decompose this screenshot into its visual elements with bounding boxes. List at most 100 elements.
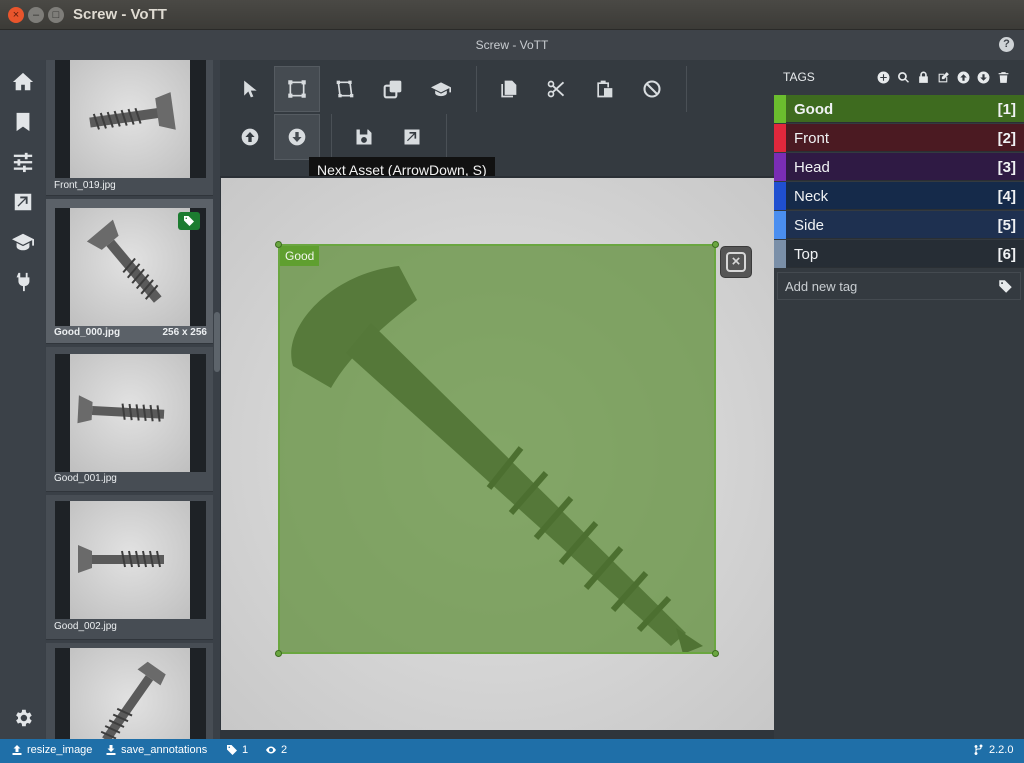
sidebar (0, 60, 45, 739)
tag-hotkey: [4] (997, 188, 1016, 205)
window-close-button[interactable]: × (8, 7, 24, 23)
active-learning-button[interactable] (418, 66, 464, 112)
polygon-icon (336, 80, 354, 98)
window-title: Screw - VoTT (73, 6, 167, 23)
window-minimize-button[interactable]: – (28, 7, 44, 23)
region-handle-top-right[interactable] (712, 241, 719, 248)
copy-regions-button[interactable] (485, 66, 531, 112)
ban-icon (643, 80, 661, 98)
copy-icon (501, 80, 517, 98)
tag-item-neck[interactable]: Neck [4] (774, 182, 1024, 210)
tag-item-side[interactable]: Side [5] (774, 211, 1024, 239)
status-tag-count: 1 (226, 744, 248, 756)
app-title: Screw - VoTT (475, 38, 549, 52)
region-handle-bottom-left[interactable] (275, 650, 282, 657)
download-icon (106, 745, 116, 755)
cursor-icon (244, 80, 257, 98)
status-tag-count-text: 1 (242, 744, 249, 756)
tag-hotkey: [2] (997, 130, 1016, 147)
asset-filename: Good_002.jpg (54, 621, 117, 632)
asset-list: Front_019.jpg Good_000.jpg 256 x 256 Goo… (45, 60, 220, 739)
next-asset-button[interactable] (274, 114, 320, 160)
add-tag-icon[interactable] (877, 71, 890, 84)
tag-hotkey: [1] (997, 101, 1016, 118)
cut-regions-button[interactable] (533, 66, 579, 112)
asset-filename: Front_019.jpg (54, 180, 116, 191)
tag-hotkey: [3] (997, 159, 1016, 176)
help-icon[interactable]: ? (999, 37, 1014, 52)
previous-asset-button[interactable] (227, 114, 273, 160)
export-icon[interactable] (0, 182, 45, 222)
asset-thumbnail-selected[interactable]: Good_000.jpg 256 x 256 (46, 199, 213, 344)
upload-icon (12, 745, 22, 755)
status-visited-count: 2 (265, 744, 287, 756)
search-icon[interactable] (897, 71, 910, 84)
tags-title: TAGS (783, 70, 815, 84)
region-handle-top-left[interactable] (275, 241, 282, 248)
status-bar: resize_image save_annotations 1 2 2.2.0 (0, 739, 1024, 763)
tag-item-top[interactable]: Top [6] (774, 240, 1024, 268)
arrow-circle-up-icon[interactable] (957, 71, 970, 84)
window-maximize-button[interactable]: □ (48, 7, 64, 23)
draw-polygon-button[interactable] (322, 66, 368, 112)
tag-name: Top (794, 246, 819, 263)
tag-color-swatch (774, 124, 786, 152)
tags-panel: TAGS Good [1] Front [2] Head [3] Neck [4… (774, 60, 1024, 739)
asset-image (70, 354, 190, 472)
bookmark-icon[interactable] (0, 102, 45, 142)
tag-icon (227, 745, 237, 755)
asset-image (70, 648, 190, 739)
draw-rectangle-button[interactable] (274, 66, 320, 112)
lock-icon[interactable] (917, 71, 930, 84)
arrow-circle-down-icon[interactable] (977, 71, 990, 84)
status-export-provider[interactable]: resize_image (11, 744, 92, 756)
tag-color-swatch (774, 211, 786, 239)
gear-icon[interactable] (0, 698, 45, 738)
close-icon: × (726, 252, 746, 272)
image-canvas[interactable]: Good × (221, 178, 774, 730)
tag-hotkey: [5] (997, 217, 1016, 234)
home-icon[interactable] (0, 62, 45, 102)
export-project-button[interactable] (389, 114, 435, 160)
asset-thumbnail[interactable]: Good_002.jpg (46, 495, 213, 640)
status-export-text: resize_image (27, 744, 93, 756)
save-project-button[interactable] (341, 114, 387, 160)
region-handle-bottom-right[interactable] (712, 650, 719, 657)
sliders-icon[interactable] (0, 142, 45, 182)
asset-thumbnail[interactable] (46, 643, 213, 739)
asset-image (70, 208, 190, 326)
scissors-icon (547, 80, 565, 98)
tag-item-head[interactable]: Head [3] (774, 153, 1024, 181)
status-visited-count-text: 2 (281, 744, 288, 756)
tag-item-good[interactable]: Good [1] (774, 95, 1024, 123)
bounding-box-region[interactable]: Good (278, 244, 716, 654)
app-header: Screw - VoTT ? (0, 30, 1024, 60)
add-tag-input[interactable]: Add new tag (777, 272, 1021, 300)
asset-thumbnail[interactable]: Good_001.jpg (46, 347, 213, 492)
edit-icon[interactable] (937, 71, 950, 84)
asset-filename: Good_000.jpg (54, 327, 121, 338)
status-version-text: 2.2.0 (989, 744, 1014, 756)
graduation-cap-icon[interactable] (0, 222, 45, 262)
tagged-badge-icon (178, 212, 200, 230)
paste-icon (597, 80, 613, 98)
delete-region-button[interactable]: × (720, 246, 752, 278)
status-save-text: save_annotations (121, 744, 208, 756)
os-titlebar: × – □ Screw - VoTT (0, 0, 1024, 30)
asset-thumbnail[interactable]: Front_019.jpg (46, 60, 213, 196)
save-icon (356, 129, 372, 145)
asset-dimensions: 256 x 256 (162, 327, 208, 338)
tags-header: TAGS (774, 60, 1024, 94)
export-icon (404, 129, 420, 145)
tag-color-swatch (774, 95, 786, 123)
paste-regions-button[interactable] (581, 66, 627, 112)
copy-rectangle-button[interactable] (370, 66, 416, 112)
code-branch-icon (974, 744, 983, 756)
status-version: 2.2.0 (973, 744, 1013, 756)
tag-item-front[interactable]: Front [2] (774, 124, 1024, 152)
trash-icon[interactable] (997, 71, 1010, 84)
remove-all-regions-button[interactable] (629, 66, 675, 112)
select-pointer-button[interactable] (227, 66, 273, 112)
plug-icon[interactable] (0, 262, 45, 302)
status-save-target[interactable]: save_annotations (105, 744, 207, 756)
